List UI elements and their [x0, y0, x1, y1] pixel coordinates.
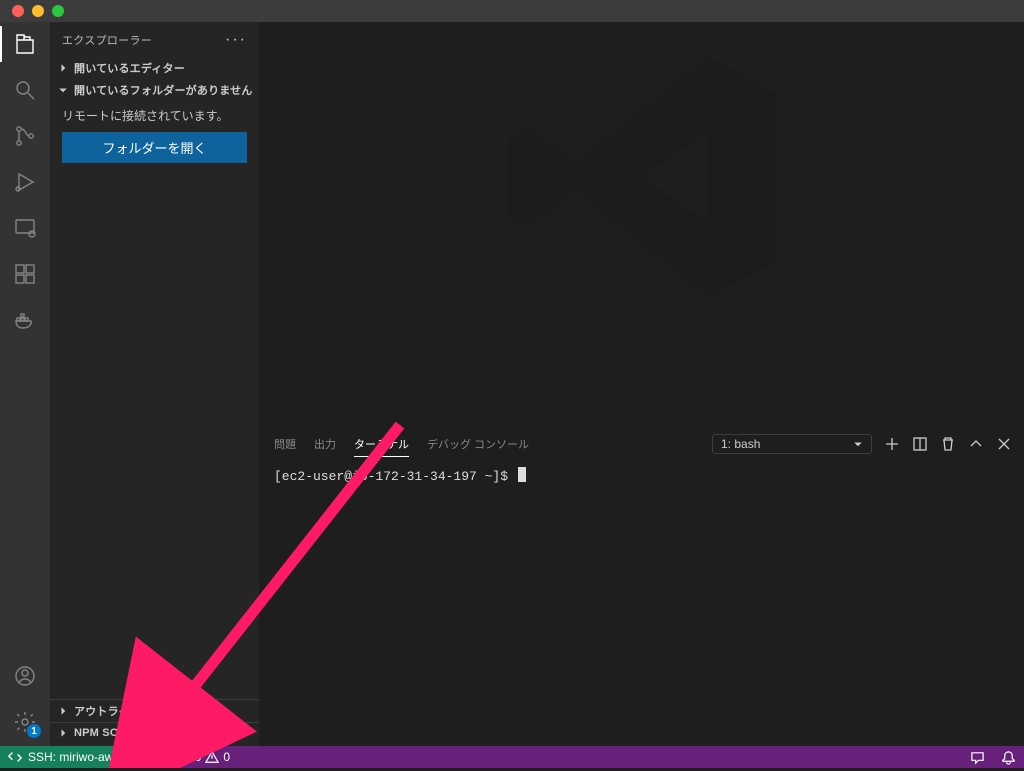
chevron-down-icon [56, 83, 70, 97]
warning-icon [205, 750, 219, 764]
error-icon [177, 750, 191, 764]
open-editors-label: 開いているエディター [74, 60, 185, 76]
section-outline[interactable]: アウトライン [50, 700, 259, 722]
window-close-button[interactable] [12, 5, 24, 17]
section-npm-scripts[interactable]: NPM SCRIPTS [50, 723, 259, 746]
warning-count: 0 [223, 750, 230, 764]
extensions-icon[interactable] [11, 260, 39, 288]
bottom-panel: 問題 出力 ターミナル デバッグ コンソール 1: bash [260, 426, 1024, 746]
chevron-down-icon [851, 437, 865, 451]
terminal-selector-label: 1: bash [721, 437, 760, 451]
activity-bar: 1 [0, 22, 50, 746]
docker-icon[interactable] [11, 306, 39, 334]
close-panel-icon[interactable] [996, 436, 1012, 452]
chevron-up-icon[interactable] [968, 436, 984, 452]
terminal-prompt: [ec2-user@ip-172-31-34-197 ~]$ [274, 469, 508, 484]
chevron-right-icon [56, 726, 70, 740]
new-terminal-icon[interactable] [884, 436, 900, 452]
terminal-cursor [518, 467, 526, 482]
settings-badge: 1 [27, 724, 41, 738]
tab-debug-console[interactable]: デバッグ コンソール [427, 432, 529, 456]
problems-status[interactable]: 0 0 [169, 746, 238, 768]
remote-status-label: SSH: miriwo-aws-laravel [28, 750, 159, 764]
outline-label: アウトライン [74, 703, 141, 719]
settings-gear-icon[interactable]: 1 [11, 708, 39, 736]
kill-terminal-icon[interactable] [940, 436, 956, 452]
split-terminal-icon[interactable] [912, 436, 928, 452]
editor-area: 問題 出力 ターミナル デバッグ コンソール 1: bash [260, 22, 1024, 746]
search-icon[interactable] [11, 76, 39, 104]
sidebar-more-icon[interactable]: ··· [225, 32, 247, 48]
tab-problems[interactable]: 問題 [274, 432, 296, 456]
run-debug-icon[interactable] [11, 168, 39, 196]
remote-connected-text: リモートに接続されています。 [62, 107, 247, 124]
error-count: 0 [195, 750, 202, 764]
notifications-icon[interactable] [993, 746, 1024, 768]
section-open-editors[interactable]: 開いているエディター [50, 57, 259, 79]
tab-output[interactable]: 出力 [314, 432, 336, 456]
chevron-right-icon [56, 61, 70, 75]
feedback-icon[interactable] [962, 746, 993, 768]
chevron-right-icon [56, 704, 70, 718]
window-titlebar [0, 0, 1024, 22]
window-zoom-button[interactable] [52, 5, 64, 17]
open-folder-button[interactable]: フォルダーを開く [62, 132, 247, 163]
no-folder-label: 開いているフォルダーがありません [74, 82, 253, 98]
tab-terminal[interactable]: ターミナル [354, 432, 409, 457]
terminal-selector[interactable]: 1: bash [712, 434, 872, 454]
window-minimize-button[interactable] [32, 5, 44, 17]
npm-scripts-label: NPM SCRIPTS [74, 727, 151, 739]
vscode-logo-watermark [492, 27, 792, 327]
status-bar: SSH: miriwo-aws-laravel 0 0 [0, 746, 1024, 768]
no-folder-body: リモートに接続されています。 フォルダーを開く [50, 101, 259, 173]
source-control-icon[interactable] [11, 122, 39, 150]
explorer-icon[interactable] [11, 30, 39, 58]
accounts-icon[interactable] [11, 662, 39, 690]
editor-empty-canvas [260, 22, 1024, 426]
remote-status[interactable]: SSH: miriwo-aws-laravel [0, 746, 169, 768]
sidebar-title: エクスプローラー [62, 32, 152, 48]
sidebar: エクスプローラー ··· 開いているエディター 開いているフォルダーがありません… [50, 22, 260, 746]
remote-explorer-icon[interactable] [11, 214, 39, 242]
remote-icon [8, 750, 22, 764]
section-no-folder[interactable]: 開いているフォルダーがありません [50, 79, 259, 101]
terminal-body[interactable]: [ec2-user@ip-172-31-34-197 ~]$ [260, 461, 1024, 746]
